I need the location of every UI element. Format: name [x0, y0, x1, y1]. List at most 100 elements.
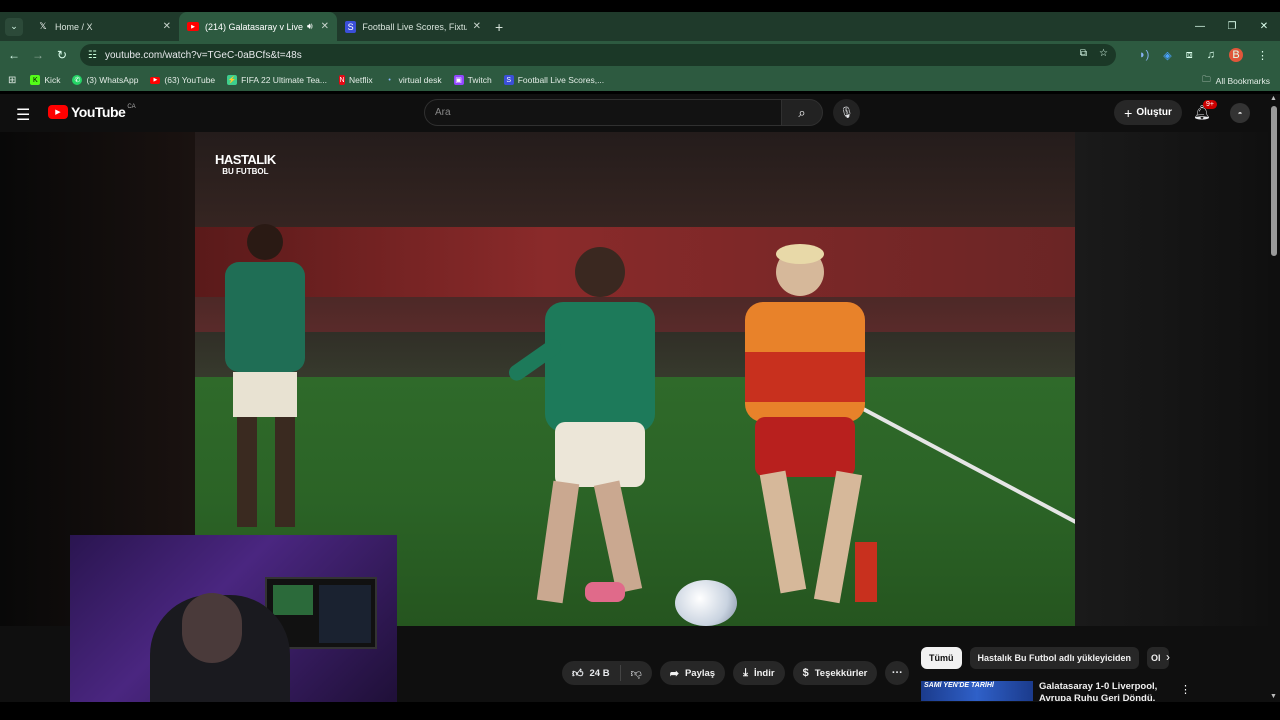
close-icon[interactable]: ✕ [315, 21, 329, 32]
voice-search-button[interactable]: 🎙︎ [833, 99, 860, 126]
hamburger-menu-icon[interactable]: ☰ [16, 105, 30, 125]
bookmark-twitch[interactable]: ▣ Twitch [453, 75, 492, 85]
site-info-icon[interactable]: ☷ [88, 50, 97, 61]
new-tab-button[interactable]: + [495, 19, 503, 35]
recommended-video-title[interactable]: Galatasaray 1-0 Liverpool, Avrupa Ruhu G… [1039, 681, 1169, 701]
monitor-screen-right [319, 585, 371, 643]
forward-icon[interactable]: → [26, 48, 50, 62]
more-icon: ··· [891, 667, 903, 679]
all-bookmarks-label: All Bookmarks [1215, 76, 1270, 86]
tab-title: Home / X [55, 21, 93, 32]
tab-title: (214) Galatasaray v Liverpo [205, 21, 303, 32]
twitch-icon: ▣ [453, 75, 464, 85]
close-window-icon[interactable]: ✕ [1248, 21, 1280, 32]
back-icon[interactable]: ← [2, 48, 26, 62]
reload-icon[interactable]: ↻ [50, 48, 74, 62]
channel-avatar[interactable]: ◓ [1230, 103, 1250, 123]
bookmark-star-icon[interactable]: ☆ [1099, 48, 1108, 59]
close-icon[interactable]: ✕ [467, 21, 481, 32]
thanks-button[interactable]: $ Teşekkürler [792, 661, 878, 685]
whatsapp-icon: ✆ [72, 75, 83, 85]
youtube-header: ☰ ▶ YouTube CA ⌕ 🎙︎ +Oluştur 🔔︎ 9+ ◓ [0, 94, 1268, 132]
restore-icon[interactable]: ❐ [1216, 21, 1248, 32]
close-icon[interactable]: ✕ [157, 21, 171, 32]
scrollbar-thumb[interactable] [1271, 106, 1277, 256]
youtube-logo[interactable]: ▶ YouTube CA [48, 104, 136, 120]
read-aloud-icon[interactable]: ◗) [1139, 49, 1149, 61]
search-button[interactable]: ⌕ [781, 99, 823, 126]
search-box [424, 99, 782, 126]
create-label: Oluştur [1136, 107, 1172, 118]
bookmark-label: Kick [44, 75, 61, 85]
bookmark-label: virtual desk [398, 75, 442, 85]
thanks-label: Teşekkürler [814, 667, 868, 679]
dislike-button[interactable]: 👎︎ [621, 667, 652, 680]
speaker-icon[interactable]: 🔊︎ [307, 21, 313, 32]
extension-icon[interactable]: ◈ [1163, 49, 1171, 62]
puzzle-icon[interactable]: ⧈ [1186, 49, 1193, 62]
share-icon: ➦ [669, 667, 679, 680]
share-label: Paylaş [684, 667, 716, 679]
omnibox-actions: ⧉ ☆ [1080, 48, 1108, 59]
bookmarks-bar: ⊞ K Kick ✆ (3) WhatsApp ▶ (63) YouTube ⚡ FIF… [0, 69, 1280, 91]
install-app-icon[interactable]: ⧉ [1080, 48, 1087, 59]
minimize-icon[interactable]: — [1184, 21, 1216, 32]
tab-title: Football Live Scores, Fixtures & [362, 21, 467, 32]
scroll-down-icon[interactable]: ▼ [1270, 693, 1277, 700]
bookmark-netflix[interactable]: N Netflix [338, 75, 373, 85]
download-button[interactable]: ⤓ İndir [733, 661, 785, 685]
like-button[interactable]: 👍︎ 24 B [562, 665, 621, 681]
create-button[interactable]: + Oluştur [1114, 100, 1182, 125]
bookmark-whatsapp[interactable]: ✆ (3) WhatsApp [72, 75, 138, 85]
tab-home-x[interactable]: 𝕏 Home / X ✕ [29, 12, 179, 41]
url-text[interactable]: youtube.com/watch?v=TGeC-0aBCfs&t=48s [105, 50, 302, 61]
tab-search-button[interactable]: ⌄ [5, 17, 23, 36]
bookmark-football-scores[interactable]: S Football Live Scores,... [503, 75, 605, 85]
video-options-kebab-icon[interactable]: ⋮ [1180, 683, 1191, 696]
fifa-icon: ⚡ [227, 75, 238, 85]
streamer-head [182, 593, 242, 663]
bookmark-kick[interactable]: K Kick [30, 75, 60, 85]
media-control-icon[interactable]: ♫ [1207, 49, 1215, 61]
microphone-icon: 🎙︎ [839, 107, 854, 119]
download-icon: ⤓ [743, 666, 748, 679]
recommended-video[interactable]: SAMİ YEN'DE TARİHİ Galatasaray 1-0 Liver… [921, 681, 1169, 701]
share-button[interactable]: ➦ Paylaş [659, 661, 726, 685]
video-actions: 👍︎ 24 B 👎︎ ➦ Paylaş ⤓ İndir $ Teşekkürler ··… [562, 661, 910, 685]
apps-grid-icon[interactable]: ⊞ [8, 75, 16, 86]
omnibox[interactable]: ☷ youtube.com/watch?v=TGeC-0aBCfs&t=48s … [80, 44, 1116, 66]
more-actions-button[interactable]: ··· [885, 661, 910, 685]
thumbs-up-icon: 👍︎ [572, 667, 584, 680]
chip-from-uploader[interactable]: Hastalık Bu Futbol adlı yükleyiciden [969, 647, 1140, 669]
bookmark-label: Football Live Scores,... [517, 75, 605, 85]
profile-avatar[interactable]: B [1229, 48, 1243, 62]
tab-bar: ⌄ 𝕏 Home / X ✕ ▶ (214) Galatasaray v Liv… [0, 12, 1280, 41]
bookmark-label: (3) WhatsApp [86, 75, 139, 85]
player-right-background [1075, 132, 1268, 626]
football-ball [675, 580, 737, 626]
bookmark-label: (63) YouTube [164, 75, 216, 85]
video-thumbnail[interactable]: SAMİ YEN'DE TARİHİ [921, 681, 1033, 701]
country-code: CA [127, 104, 136, 110]
recommendation-chips: Tümü Hastalık Bu Futbol adlı yükleyicide… [921, 647, 1170, 669]
tab-youtube-video[interactable]: ▶ (214) Galatasaray v Liverpo 🔊︎ ✕ [179, 12, 337, 41]
bookmark-virtual-desk[interactable]: • virtual desk [385, 75, 442, 85]
search-input[interactable] [435, 107, 781, 118]
tab-football-scores[interactable]: S Football Live Scores, Fixtures & ✕ [337, 12, 489, 41]
bookmark-fifa[interactable]: ⚡ FIFA 22 Ultimate Tea... [227, 75, 327, 85]
netflix-icon: N [338, 75, 345, 85]
player-figure-left [225, 224, 305, 527]
page-scrollbar[interactable]: ▲ ▼ [1268, 94, 1280, 702]
channel-watermark: HASTALIK BU FUTBOL [215, 152, 276, 176]
bookmark-label: FIFA 22 Ultimate Tea... [241, 75, 327, 85]
bookmark-youtube[interactable]: ▶ (63) YouTube [150, 75, 215, 85]
scroll-up-icon[interactable]: ▲ [1270, 95, 1277, 102]
all-bookmarks-button[interactable]: 🗀 All Bookmarks [1202, 74, 1270, 88]
thumbs-down-icon: 👎︎ [630, 667, 642, 680]
chip-all[interactable]: Tümü [921, 647, 962, 669]
extensions-area: ◗) ◈ ⧈ ♫ B ⋮ [1139, 41, 1280, 69]
menu-kebab-icon[interactable]: ⋮ [1257, 49, 1268, 62]
chevron-right-icon[interactable]: › [1166, 650, 1170, 664]
youtube-icon: ▶ [187, 22, 199, 31]
notifications-badge: 9+ [1203, 100, 1217, 109]
